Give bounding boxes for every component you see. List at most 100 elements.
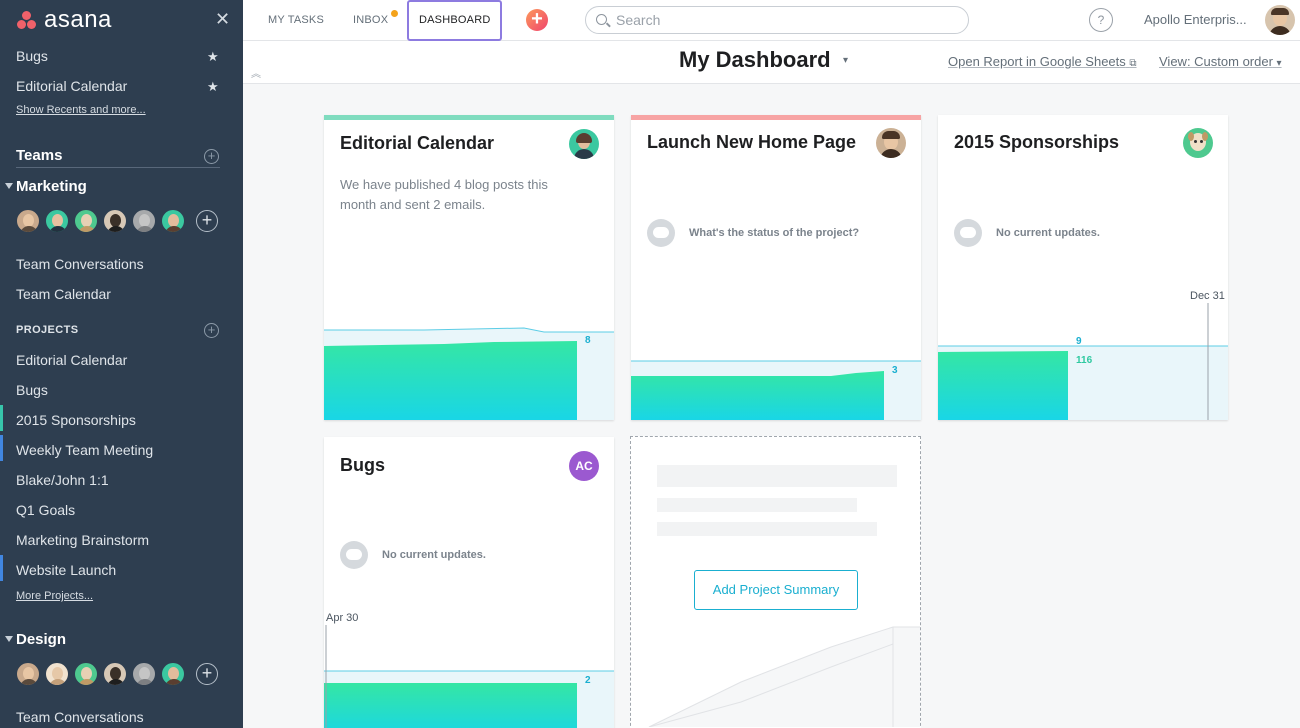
project-card-bugs[interactable]: Bugs AC No current updates. Apr 30 2 bbox=[324, 437, 614, 728]
project-website-launch[interactable]: Website Launch bbox=[16, 562, 116, 578]
card-color-bar bbox=[631, 115, 921, 120]
project-color-bar bbox=[0, 435, 3, 461]
design-team-conversations[interactable]: Team Conversations bbox=[16, 709, 144, 725]
marketing-team-conversations[interactable]: Team Conversations bbox=[16, 256, 144, 272]
search-icon bbox=[596, 14, 607, 25]
user-avatar[interactable] bbox=[1265, 5, 1295, 35]
placeholder-chart bbox=[648, 626, 920, 727]
card-title[interactable]: Bugs bbox=[340, 455, 385, 476]
member-avatar[interactable] bbox=[103, 209, 127, 233]
project-color-bar bbox=[0, 555, 3, 581]
project-2015-sponsorships[interactable]: 2015 Sponsorships bbox=[16, 412, 136, 428]
asana-logo[interactable]: asana bbox=[16, 8, 112, 32]
comment-bubble-icon bbox=[340, 541, 368, 569]
add-member-icon[interactable]: + bbox=[196, 663, 218, 685]
member-avatar[interactable] bbox=[103, 662, 127, 686]
card-title[interactable]: Launch New Home Page bbox=[647, 132, 856, 153]
chevron-down-icon[interactable]: ▾ bbox=[843, 55, 848, 66]
marketing-members: + bbox=[16, 209, 218, 233]
tab-dashboard[interactable]: DASHBOARD bbox=[407, 0, 502, 41]
external-link-icon: ⧉ bbox=[1129, 58, 1137, 69]
member-avatar[interactable] bbox=[16, 209, 40, 233]
view-order-dropdown[interactable]: View: Custom order ▾ bbox=[1159, 54, 1282, 69]
show-recents-link[interactable]: Show Recents and more... bbox=[16, 104, 146, 116]
chart-value-label: 2 bbox=[585, 675, 591, 686]
status-text: What's the status of the project? bbox=[689, 227, 860, 239]
member-avatar[interactable] bbox=[132, 209, 156, 233]
add-team-icon[interactable]: + bbox=[204, 149, 219, 164]
member-avatar[interactable] bbox=[74, 209, 98, 233]
marketing-team-calendar[interactable]: Team Calendar bbox=[16, 286, 111, 302]
card-color-bar bbox=[324, 115, 614, 120]
project-blake-john[interactable]: Blake/John 1:1 bbox=[16, 472, 109, 488]
quick-add-button[interactable]: + bbox=[526, 9, 548, 31]
member-avatar[interactable] bbox=[132, 662, 156, 686]
card-title[interactable]: Editorial Calendar bbox=[340, 133, 494, 154]
tab-my-tasks[interactable]: MY TASKS bbox=[268, 0, 324, 41]
placeholder-bar bbox=[657, 498, 857, 512]
add-project-icon[interactable]: + bbox=[204, 323, 219, 338]
open-report-link[interactable]: Open Report in Google Sheets ⧉ bbox=[948, 54, 1137, 69]
project-card-editorial-calendar[interactable]: Editorial Calendar We have published 4 b… bbox=[324, 115, 614, 420]
card-status: No current updates. bbox=[954, 219, 1100, 247]
project-editorial-calendar[interactable]: Editorial Calendar bbox=[16, 352, 127, 368]
collapse-triangle-icon[interactable] bbox=[5, 183, 13, 189]
chart-completed-area bbox=[324, 683, 577, 728]
burnup-chart bbox=[631, 360, 921, 420]
organization-name[interactable]: Apollo Enterpris... bbox=[1144, 12, 1247, 27]
add-project-summary-card: Add Project Summary bbox=[630, 436, 921, 728]
chart-value-label: 8 bbox=[585, 335, 591, 346]
design-members: + bbox=[16, 662, 218, 686]
project-card-2015-sponsorships[interactable]: 2015 Sponsorships No current updates. De… bbox=[938, 115, 1228, 420]
close-sidebar-icon[interactable]: ✕ bbox=[215, 10, 230, 28]
collapse-triangle-icon[interactable] bbox=[5, 636, 13, 642]
member-avatar[interactable] bbox=[16, 662, 40, 686]
project-weekly-team-meeting[interactable]: Weekly Team Meeting bbox=[16, 442, 153, 458]
top-bar: MY TASKS INBOX DASHBOARD + ? Apollo Ente… bbox=[243, 0, 1300, 41]
project-marketing-brainstorm[interactable]: Marketing Brainstorm bbox=[16, 532, 149, 548]
card-owner-avatar[interactable] bbox=[569, 129, 599, 159]
burnup-chart bbox=[324, 625, 614, 728]
more-projects-link[interactable]: More Projects... bbox=[16, 590, 93, 602]
add-project-summary-button[interactable]: Add Project Summary bbox=[694, 570, 858, 610]
project-bugs[interactable]: Bugs bbox=[16, 382, 48, 398]
card-title[interactable]: 2015 Sponsorships bbox=[954, 132, 1119, 153]
team-design[interactable]: Design bbox=[16, 631, 66, 648]
member-avatar[interactable] bbox=[161, 209, 185, 233]
comment-bubble-icon bbox=[647, 219, 675, 247]
tab-inbox[interactable]: INBOX bbox=[353, 0, 388, 41]
card-description: We have published 4 blog posts this mont… bbox=[340, 177, 548, 212]
chart-start-date: Apr 30 bbox=[326, 612, 359, 624]
card-owner-avatar[interactable]: AC bbox=[569, 451, 599, 481]
member-avatar[interactable] bbox=[45, 662, 69, 686]
chart-completed-area bbox=[324, 341, 577, 420]
member-avatar[interactable] bbox=[74, 662, 98, 686]
project-card-launch-new-home-page[interactable]: Launch New Home Page What's the status o… bbox=[631, 115, 921, 420]
sidebar: asana ✕ Bugs ★ Editorial Calendar ★ Show… bbox=[0, 0, 243, 728]
placeholder-bar bbox=[657, 522, 877, 536]
chart-value-completed: 116 bbox=[1076, 355, 1093, 366]
project-q1-goals[interactable]: Q1 Goals bbox=[16, 502, 75, 518]
chart-completed-area bbox=[938, 351, 1068, 420]
member-avatar[interactable] bbox=[45, 209, 69, 233]
favorite-bugs[interactable]: Bugs bbox=[16, 48, 48, 64]
team-marketing[interactable]: Marketing bbox=[16, 178, 87, 195]
help-button[interactable]: ? bbox=[1089, 8, 1113, 32]
search-box[interactable] bbox=[585, 6, 969, 34]
star-icon[interactable]: ★ bbox=[207, 79, 219, 95]
chart-value-total: 9 bbox=[1076, 336, 1082, 347]
favorite-editorial-calendar[interactable]: Editorial Calendar bbox=[16, 78, 127, 94]
search-input[interactable] bbox=[616, 10, 956, 30]
card-owner-avatar[interactable] bbox=[1183, 128, 1213, 158]
chart-value-label: 3 bbox=[892, 365, 898, 376]
logo-text: asana bbox=[44, 6, 112, 33]
status-text: No current updates. bbox=[382, 549, 486, 561]
member-avatar[interactable] bbox=[161, 662, 185, 686]
star-icon[interactable]: ★ bbox=[207, 49, 219, 65]
teams-heading[interactable]: Teams bbox=[16, 147, 220, 168]
page-title[interactable]: My Dashboard bbox=[679, 47, 831, 73]
card-owner-avatar[interactable] bbox=[876, 128, 906, 158]
card-status: What's the status of the project? bbox=[647, 219, 859, 247]
collapse-header-icon[interactable]: ︽ bbox=[251, 65, 261, 80]
add-member-icon[interactable]: + bbox=[196, 210, 218, 232]
